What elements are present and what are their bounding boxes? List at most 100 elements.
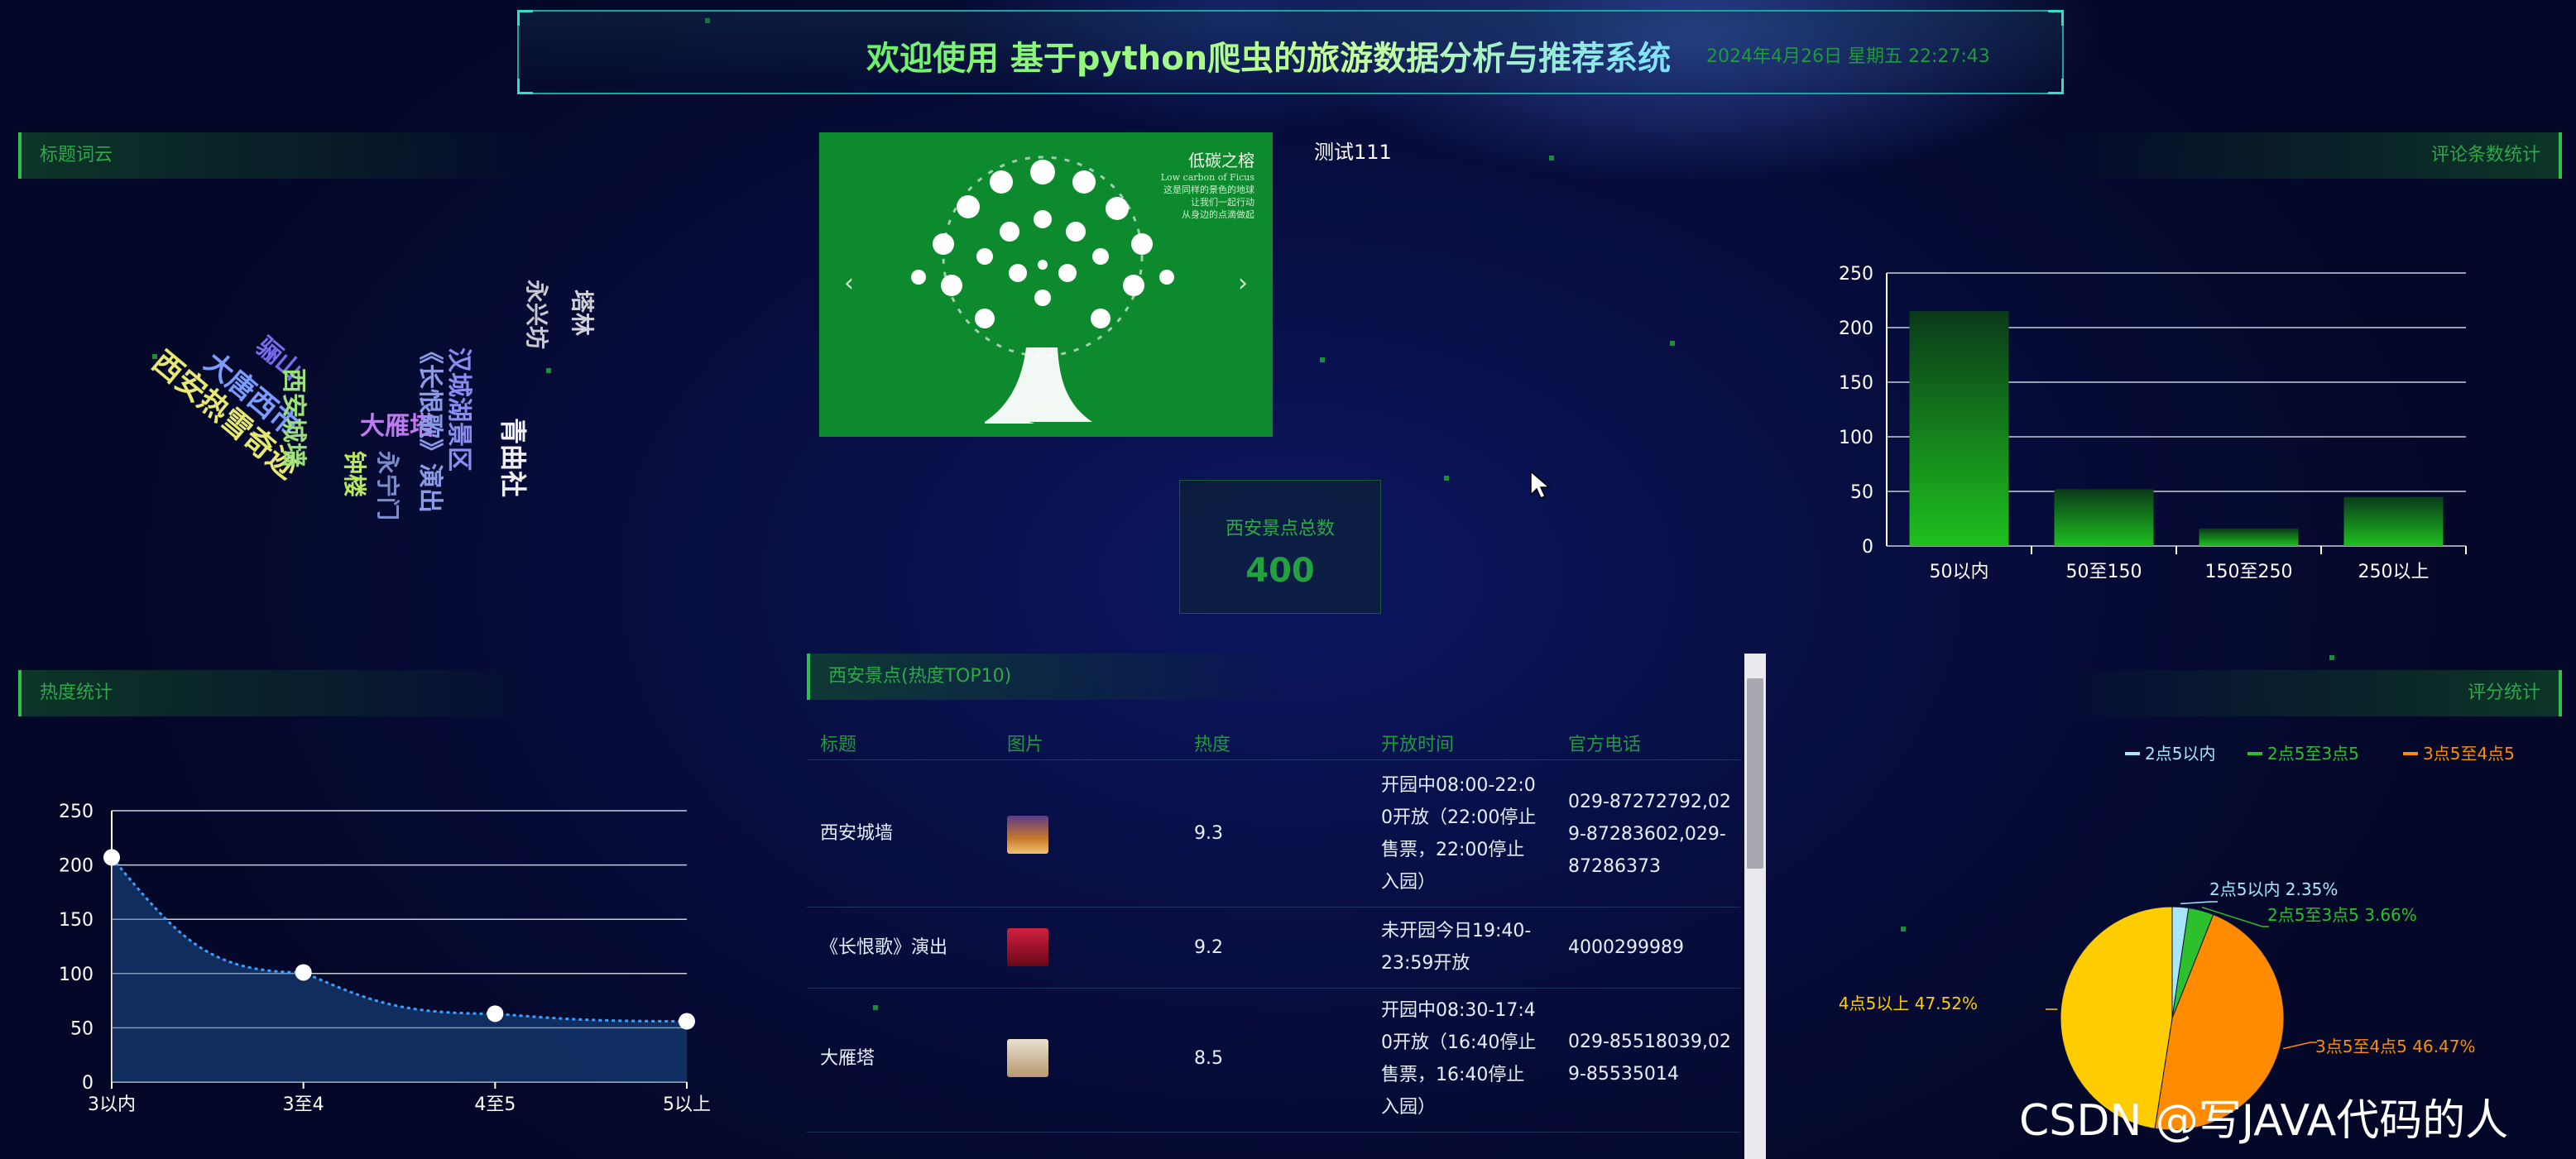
wordcloud: 西安热雪奇迹 大唐西市 骊山 西安城墙 大雁塔 钟楼 永宁门 《长恨歌》演出 汉城湖景区 青曲社永…	[124, 248, 621, 563]
cell-line: 未开园今日19:40-	[1381, 921, 1532, 941]
header-corner	[517, 10, 533, 26]
carousel-caption-sub: Low carbon of Ficus	[1160, 172, 1254, 183]
cell-line: 入园）	[1381, 872, 1437, 893]
decor-dot	[2329, 655, 2334, 660]
data-point	[295, 964, 312, 981]
x-tick-label: 5以上	[663, 1094, 711, 1115]
legend-label: 3点5至4点5	[2423, 744, 2515, 764]
cell-line: 0开放（22:00停止	[1381, 807, 1537, 828]
y-tick-label: 50	[70, 1018, 94, 1039]
cell-line: 029-85518039,02	[1568, 1032, 1731, 1052]
score-panel-title: 评分统计	[2069, 670, 2562, 716]
y-tick-label: 0	[82, 1073, 94, 1094]
pie-label: 2点5以内 2.35%	[2209, 879, 2338, 899]
carousel-caption-title: 低碳之榕	[1188, 151, 1254, 170]
header-corner	[517, 79, 533, 94]
table-row[interactable]: 《长恨歌》演出 9.2 未开园今日19:40- 23:59开放 40002999…	[807, 907, 1740, 989]
header-corner	[2048, 10, 2064, 26]
x-tick-label: 50以内	[1930, 562, 1989, 582]
cell-line: 开园中08:00-22:0	[1381, 775, 1536, 796]
page-title: 欢迎使用 基于python爬虫的旅游数据分析与推荐系统	[866, 31, 1671, 79]
legend-label: 2点5至3点5	[2267, 744, 2359, 764]
cell-line: 23:59开放	[1381, 953, 1470, 974]
cell-phone: 029-85518039,02 9-85535014	[1568, 1026, 1734, 1090]
cell-line: 9-85535014	[1568, 1064, 1679, 1085]
y-tick-label: 200	[59, 856, 94, 877]
cell-line: 029-87272792,02	[1568, 792, 1731, 812]
total-attractions-card: 西安景点总数 400	[1179, 480, 1381, 614]
cell-line: 售票，22:00停止	[1381, 840, 1525, 860]
pie-label-line	[2180, 901, 2218, 905]
decor-dot	[1549, 156, 1554, 160]
cell-title: 大雁塔	[820, 1048, 875, 1069]
table-header-open-time: 开放时间	[1381, 735, 1455, 755]
cell-line: 4000299989	[1568, 937, 1684, 958]
table-row[interactable]: 西安城墙 9.3 开园中08:00-22:0 0开放（22:00停止 售票，22…	[807, 763, 1740, 908]
total-label: 西安景点总数	[1225, 519, 1335, 539]
wordcloud-word[interactable]: 青曲社	[496, 418, 534, 497]
cell-title: 《长恨歌》演出	[820, 937, 948, 958]
table-scrollbar-thumb[interactable]	[1747, 678, 1763, 869]
wordcloud-word[interactable]: 钟楼	[339, 451, 372, 497]
attraction-thumbnail[interactable]	[1007, 928, 1048, 966]
legend-label: 2点5以内	[2145, 744, 2215, 764]
wordcloud-word[interactable]: 永宁门	[372, 451, 405, 520]
heat-panel-title: 热度统计	[18, 670, 528, 716]
cell-line: 入园）	[1381, 1097, 1437, 1118]
table-header-image: 图片	[1007, 735, 1044, 755]
attraction-thumbnail[interactable]	[1007, 1039, 1048, 1077]
attraction-thumbnail[interactable]	[1007, 816, 1048, 854]
wordcloud-word[interactable]: 塔林	[567, 290, 600, 336]
watermark: CSDN @写JAVA代码的人	[2019, 1096, 2509, 1146]
pie-label: 4点5以上 47.52%	[1839, 994, 1978, 1013]
cell-line: 9-87283602,029-	[1568, 824, 1726, 845]
legend-swatch	[2247, 752, 2262, 755]
table-header-title: 标题	[820, 735, 857, 755]
x-tick-label: 3至4	[283, 1094, 324, 1115]
cell-line: 87286373	[1568, 856, 1661, 877]
cell-open-time: 开园中08:00-22:0 0开放（22:00停止 售票，22:00停止 入园）	[1381, 769, 1563, 898]
carousel-caption-line: 让我们一起行动	[1191, 197, 1254, 208]
area-fill	[112, 857, 687, 1082]
wordcloud-word[interactable]: 汉城湖景区	[444, 347, 480, 472]
carousel-caption: 低碳之榕 Low carbon of Ficus 这是同样的景色的地球 让我们一…	[1161, 147, 1254, 221]
image-carousel[interactable]: 低碳之榕 Low carbon of Ficus 这是同样的景色的地球 让我们一…	[819, 132, 1273, 437]
cell-heat: 8.5	[1194, 1048, 1223, 1069]
carousel-next-icon[interactable]: ›	[1238, 269, 1248, 298]
x-tick-label: 4至5	[474, 1094, 516, 1115]
bar	[1909, 311, 2009, 546]
y-tick-label: 100	[59, 965, 94, 985]
comments-panel-title: 评论条数统计	[2069, 132, 2562, 179]
x-tick-label: 3以内	[88, 1094, 136, 1115]
wordcloud-panel-title: 标题词云	[18, 132, 528, 179]
x-tick-label: 250以上	[2358, 562, 2430, 582]
carousel-prev-icon[interactable]: ‹	[844, 269, 854, 298]
y-tick-label: 150	[1839, 373, 1873, 394]
decor-dot	[1444, 476, 1449, 481]
y-tick-label: 150	[59, 910, 94, 931]
data-point	[487, 1005, 504, 1023]
cell-line: 售票，16:40停止	[1381, 1065, 1525, 1085]
pie-label-line	[2282, 1042, 2317, 1050]
data-point	[679, 1013, 695, 1030]
bar	[2054, 489, 2154, 546]
y-tick-label: 250	[1839, 264, 1873, 285]
y-tick-label: 200	[1839, 318, 1873, 339]
top10-table: 西安景点(热度TOP10) 标题 图片 热度 开放时间 官方电话 西安城墙 9.…	[807, 654, 1740, 1159]
table-header-heat: 热度	[1194, 735, 1231, 755]
table-panel-title: 西安景点(热度TOP10)	[807, 654, 1275, 700]
table-row[interactable]: 大雁塔 8.5 开园中08:30-17:4 0开放（16:40停止 售票，16:…	[807, 988, 1740, 1133]
y-tick-label: 50	[1850, 482, 1873, 503]
wordcloud-word[interactable]: 永兴坊	[521, 280, 554, 349]
mouse-cursor-icon	[1530, 470, 1551, 499]
wordcloud-word[interactable]: 西安城墙	[278, 368, 314, 467]
bar	[2199, 528, 2299, 546]
carousel-caption-line: 从身边的点滴做起	[1182, 209, 1254, 220]
y-tick-label: 250	[59, 802, 94, 822]
cell-line: 0开放（16:40停止	[1381, 1032, 1537, 1053]
pie-label: 3点5至4点5 46.47%	[2315, 1037, 2476, 1056]
heat-line-chart: 0 50 100 150 200 250 3以内 3至4 4至5 5以上	[59, 802, 711, 1115]
x-tick-label: 50至150	[2066, 562, 2142, 582]
data-point	[103, 849, 120, 866]
bar	[2343, 496, 2444, 546]
